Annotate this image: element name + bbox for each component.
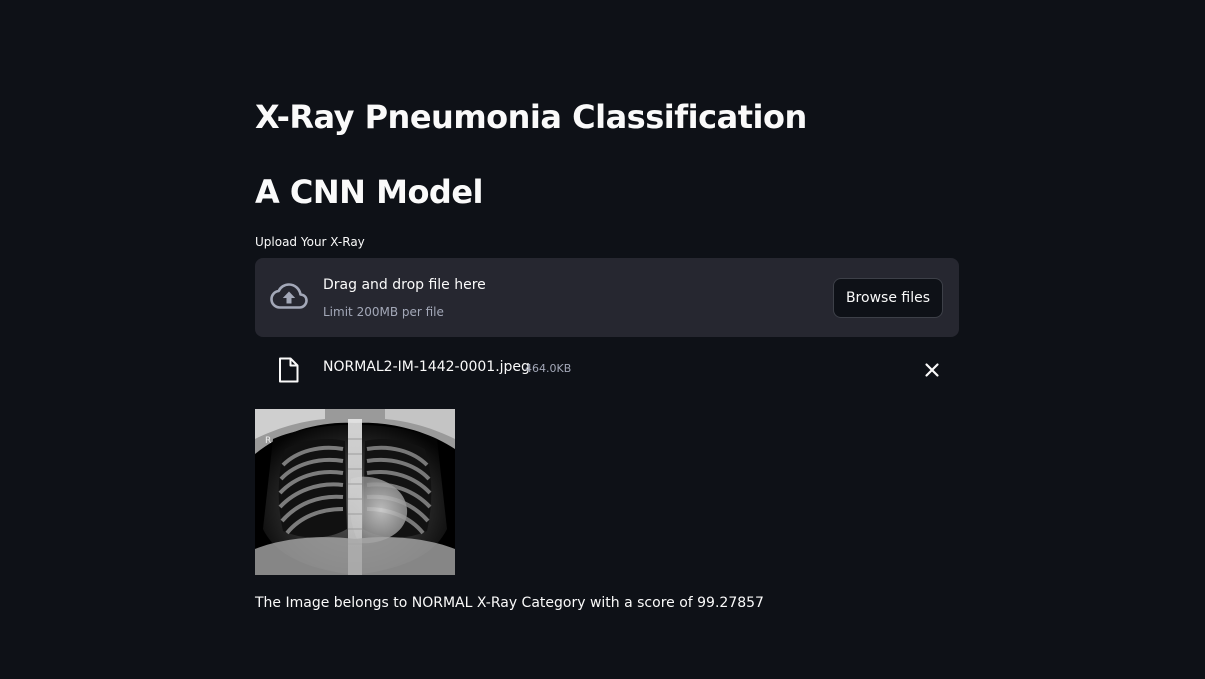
dropzone-instruction: Drag and drop file here xyxy=(323,277,486,293)
xray-preview-image: R xyxy=(255,409,455,575)
file-dropzone[interactable]: Drag and drop file here Limit 200MB per … xyxy=(255,258,959,337)
uploader-label: Upload Your X-Ray xyxy=(255,235,365,249)
browse-files-button[interactable]: Browse files xyxy=(832,278,943,318)
page-subtitle: A CNN Model xyxy=(255,173,484,211)
chest-xray-illustration: R xyxy=(255,409,455,575)
close-icon[interactable] xyxy=(921,359,943,381)
dropzone-limit: Limit 200MB per file xyxy=(323,305,444,319)
uploaded-file-size: 464.0KB xyxy=(525,362,572,375)
uploaded-file-row: NORMAL2-IM-1442-0001.jpeg 464.0KB xyxy=(255,347,959,391)
uploaded-file-name: NORMAL2-IM-1442-0001.jpeg xyxy=(323,359,530,375)
xray-r-marker: R xyxy=(265,436,271,446)
classification-result: The Image belongs to NORMAL X-Ray Catego… xyxy=(255,595,764,611)
file-icon xyxy=(279,357,299,383)
cloud-upload-icon xyxy=(270,283,308,309)
page-title: X-Ray Pneumonia Classification xyxy=(255,98,807,136)
